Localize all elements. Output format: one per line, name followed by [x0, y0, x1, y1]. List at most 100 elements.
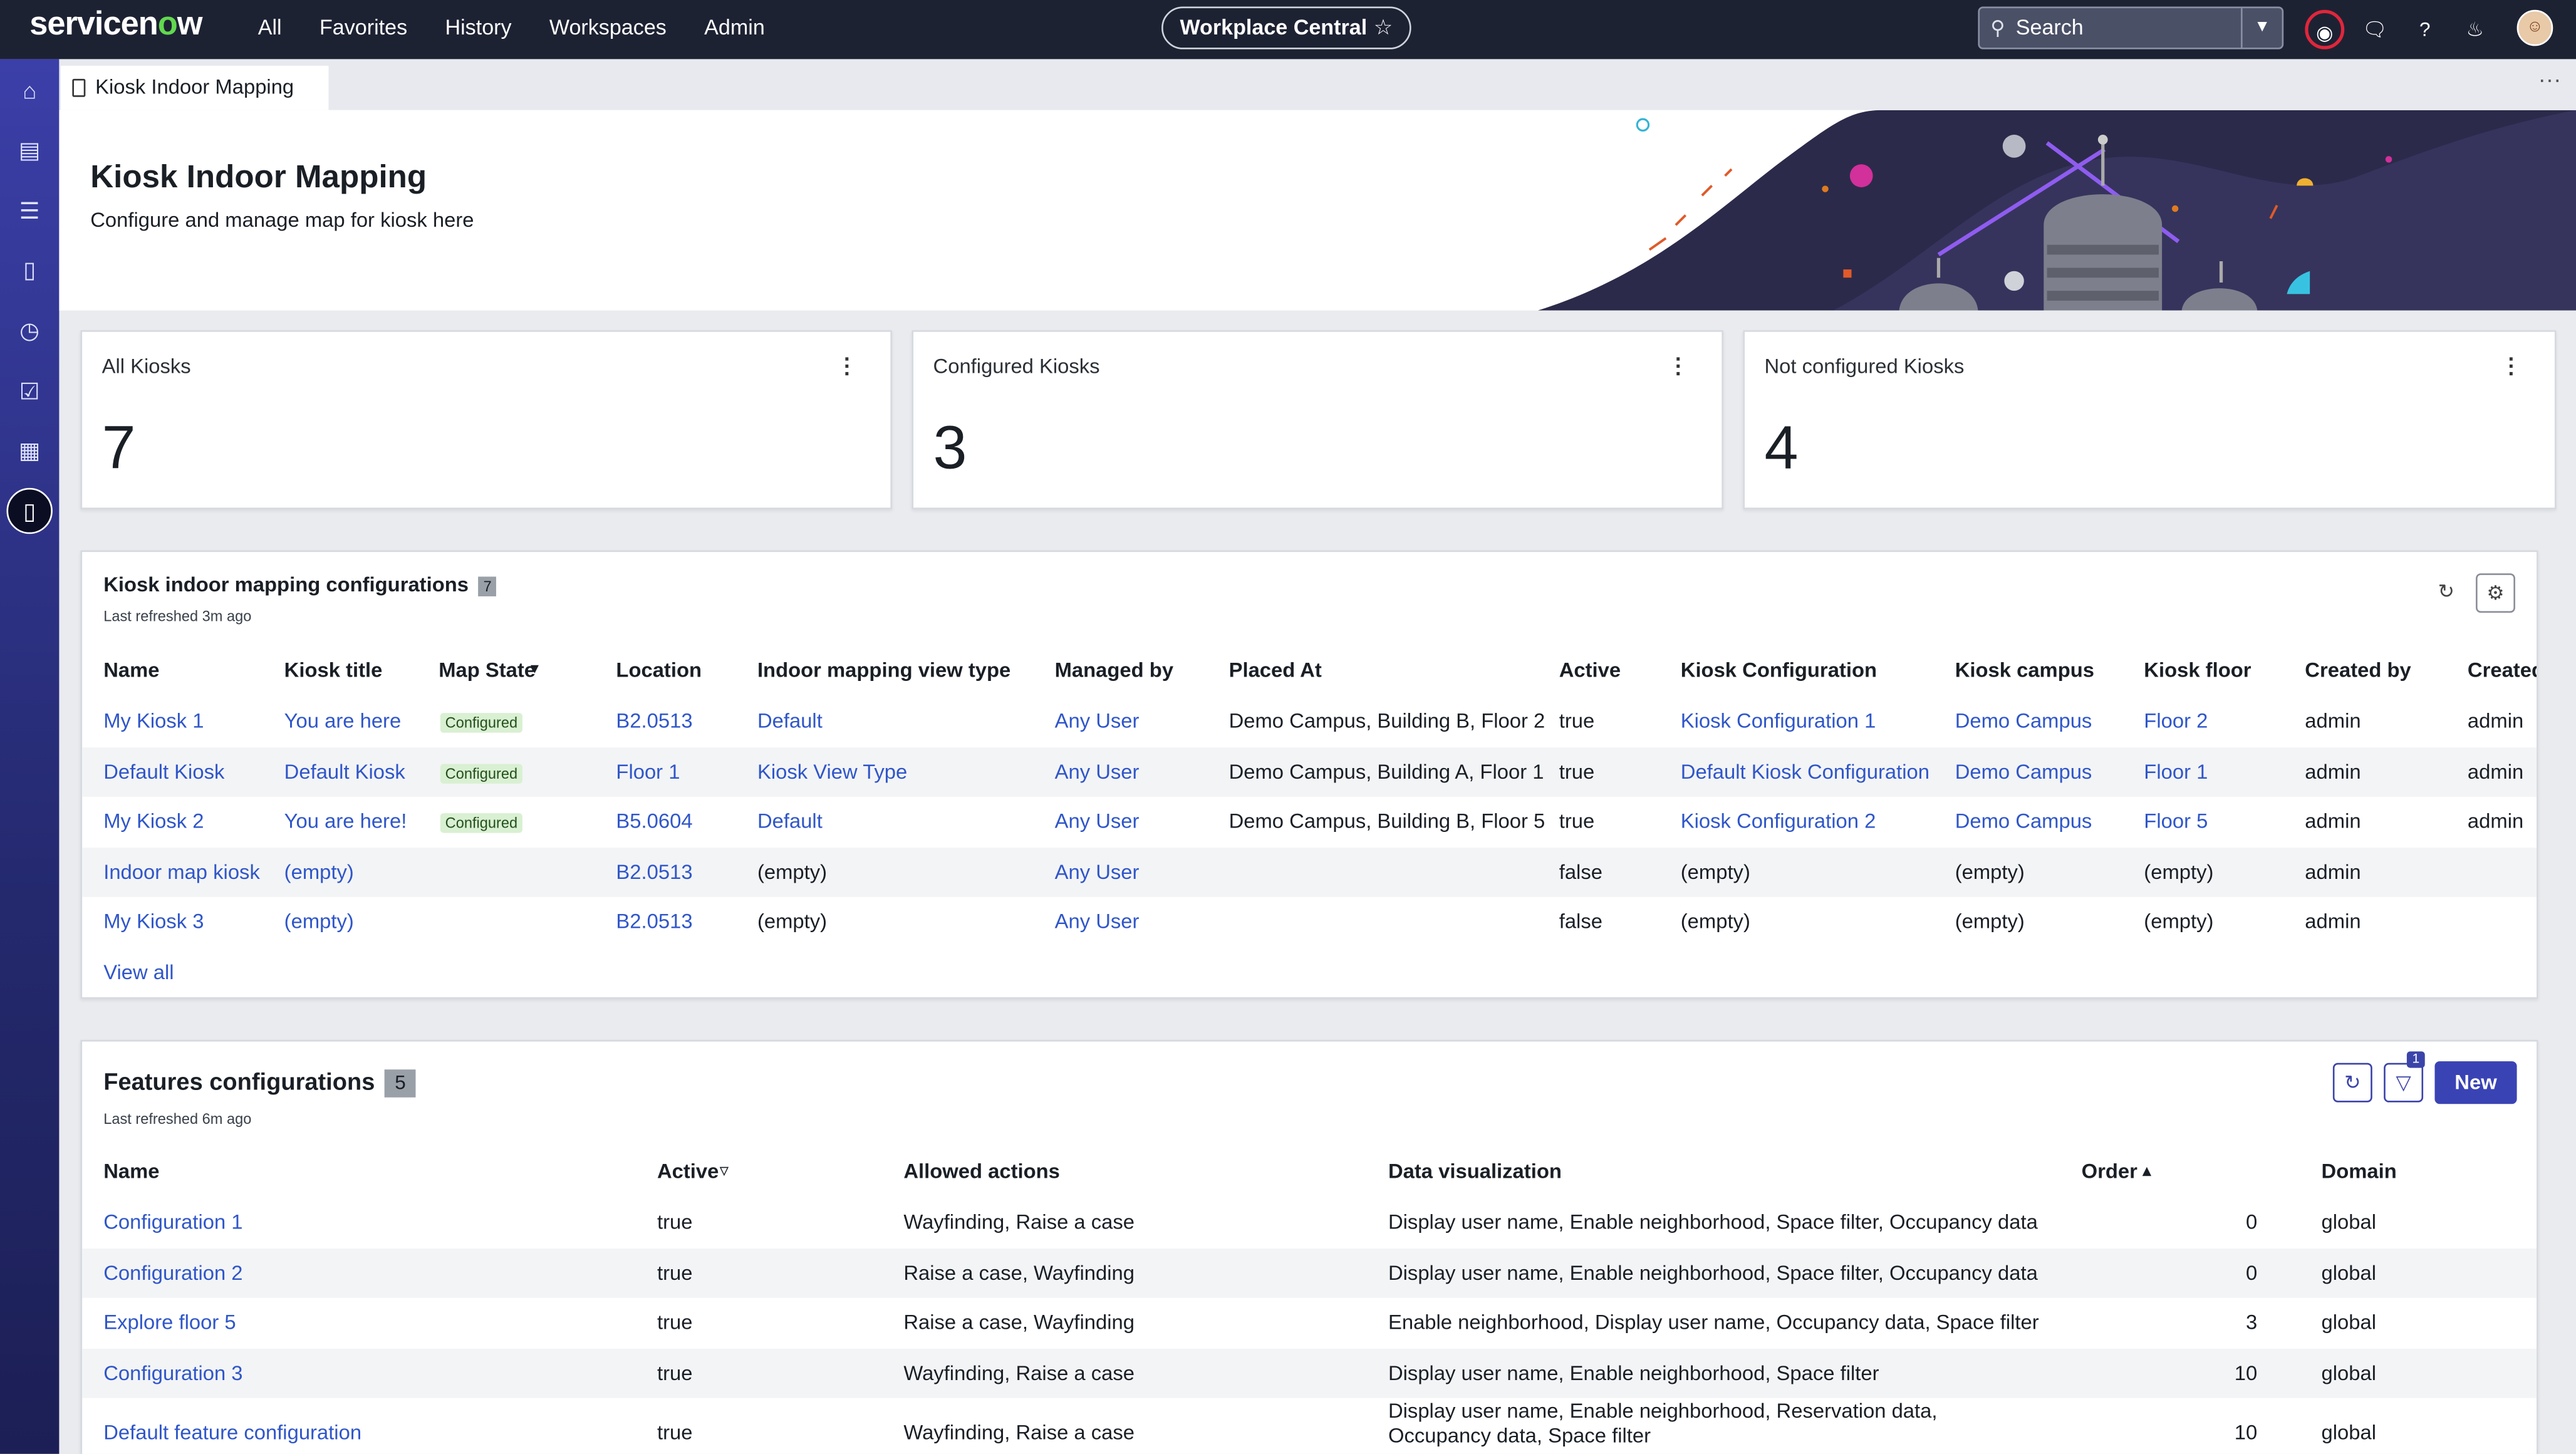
check-window-icon[interactable]: ☑ [13, 375, 46, 407]
cell-location[interactable]: B2.0513 [616, 710, 692, 733]
cell-campus[interactable]: Demo Campus [1955, 760, 2092, 783]
home-icon[interactable]: ⌂ [13, 74, 46, 106]
calendar-clock-icon[interactable]: ◷ [13, 314, 46, 346]
column-header[interactable]: Kiosk campus [1955, 659, 2094, 682]
sort-desc-icon[interactable]: ▾ [531, 660, 539, 678]
column-header[interactable]: Placed At [1229, 659, 1322, 682]
cell-name[interactable]: My Kiosk 2 [103, 810, 204, 833]
cell-title[interactable]: Default Kiosk [284, 760, 405, 783]
cell-config[interactable]: Kiosk Configuration 1 [1681, 710, 1876, 733]
cell-view-type[interactable]: Default [757, 710, 823, 733]
more-vertical-icon[interactable]: ⋮ [836, 353, 858, 380]
cell-name[interactable]: Explore floor 5 [103, 1311, 236, 1334]
column-header[interactable]: Indoor mapping view type [757, 659, 1010, 682]
all-kiosks-card[interactable]: All Kiosks ⋮ 7 [80, 330, 892, 509]
cell-title[interactable]: (empty) [284, 860, 354, 883]
globe-icon[interactable]: ◉ [2305, 9, 2345, 49]
cell-location[interactable]: B2.0513 [616, 910, 692, 933]
avatar[interactable]: ☺ [2516, 9, 2553, 46]
not-configured-kiosks-card[interactable]: Not configured Kiosks ⋮ 4 [1743, 330, 2557, 509]
bell-icon[interactable]: ♨ [2455, 10, 2495, 49]
column-header[interactable]: Kiosk title [284, 659, 383, 682]
column-header[interactable]: Domain [2322, 1160, 2397, 1183]
column-header[interactable]: Active [1559, 659, 1621, 682]
global-search[interactable]: ⚲ Search ▼ [1978, 6, 2284, 49]
star-icon[interactable]: ☆ [1374, 15, 1393, 39]
cell-view-type[interactable]: Kiosk View Type [757, 760, 907, 783]
cell-campus[interactable]: Demo Campus [1955, 710, 2092, 733]
cell-name[interactable]: Configuration 3 [103, 1361, 242, 1384]
cell-name[interactable]: Indoor map kiosk [103, 860, 260, 883]
help-icon[interactable]: ? [2405, 10, 2444, 49]
nav-favorites[interactable]: Favorites [319, 0, 407, 59]
cell-title[interactable]: You are here [284, 710, 402, 733]
search-input[interactable]: Search [2016, 8, 2241, 48]
column-header[interactable]: Name [103, 659, 159, 682]
more-vertical-icon[interactable]: ⋮ [2500, 353, 2521, 380]
calendar-icon[interactable]: ▦ [13, 434, 46, 466]
filter-icon[interactable]: ▽ [2384, 1062, 2424, 1103]
workspace-pill[interactable]: Workplace Central ☆ [1161, 6, 1411, 49]
cell-name[interactable]: Default Kiosk [103, 760, 224, 783]
cell-location[interactable]: Floor 1 [616, 760, 680, 783]
column-header[interactable]: Allowed actions [903, 1160, 1060, 1183]
chat-icon[interactable]: 🗨 [2355, 10, 2394, 49]
cell-config[interactable]: Default Kiosk Configuration [1681, 760, 1929, 783]
column-header[interactable]: Managed by [1055, 659, 1173, 682]
cell-view-type[interactable]: Default [757, 810, 823, 833]
cell-title[interactable]: You are here! [284, 810, 407, 833]
column-header[interactable]: Order [2082, 1160, 2137, 1183]
cell-title[interactable]: (empty) [284, 910, 354, 933]
column-header[interactable]: Data visualization [1388, 1160, 1562, 1183]
nav-all[interactable]: All [258, 0, 282, 59]
cell-floor[interactable]: Floor 2 [2144, 710, 2208, 733]
cell-name[interactable]: Configuration 1 [103, 1211, 242, 1234]
cell-managed-by[interactable]: Any User [1055, 910, 1140, 933]
cell-managed-by[interactable]: Any User [1055, 760, 1140, 783]
cell-managed-by[interactable]: Any User [1055, 860, 1140, 883]
cell-domain: global [2321, 1311, 2377, 1334]
nav-history[interactable]: History [445, 0, 511, 59]
cell-managed-by[interactable]: Any User [1055, 810, 1140, 833]
cell-name[interactable]: Default feature configuration [103, 1421, 361, 1444]
cell-name[interactable]: My Kiosk 3 [103, 910, 204, 933]
refresh-icon[interactable]: ↻ [2332, 1062, 2372, 1103]
column-header[interactable]: Kiosk floor [2144, 659, 2251, 682]
nav-admin[interactable]: Admin [704, 0, 765, 59]
dashboard-icon[interactable]: ▤ [13, 133, 46, 165]
column-header[interactable]: Created [2468, 659, 2537, 682]
configured-kiosks-card[interactable]: Configured Kiosks ⋮ 3 [911, 330, 1723, 509]
more-vertical-icon[interactable]: ⋮ [1668, 353, 1689, 380]
column-header[interactable]: Location [616, 659, 702, 682]
column-header[interactable]: Name [103, 1160, 159, 1183]
column-header[interactable]: Map State [439, 659, 536, 682]
search-scope-dropdown[interactable]: ▼ [2241, 8, 2282, 48]
column-filter-icon[interactable]: ▿ [720, 1160, 729, 1181]
cell-active: true [657, 1260, 693, 1284]
cell-name[interactable]: My Kiosk 1 [103, 710, 204, 733]
cell-floor[interactable]: Floor 1 [2144, 760, 2208, 783]
cell-location[interactable]: B2.0513 [616, 860, 692, 883]
cell-location[interactable]: B5.0604 [616, 810, 692, 833]
list-icon[interactable]: ☰ [13, 194, 46, 226]
cell-campus[interactable]: Demo Campus [1955, 810, 2092, 833]
cell-managed-by[interactable]: Any User [1055, 710, 1140, 733]
kiosk-tablet-icon[interactable]: ▯ [6, 487, 53, 534]
sort-asc-icon[interactable]: ▴ [2142, 1160, 2152, 1181]
column-header[interactable]: Kiosk Configuration [1681, 659, 1877, 682]
view-all-link[interactable]: View all [103, 960, 174, 984]
more-icon[interactable]: ··· [2538, 66, 2562, 92]
column-header[interactable]: Active [657, 1160, 719, 1183]
settings-gear-icon[interactable]: ⚙ [2476, 573, 2515, 613]
cell-name[interactable]: Configuration 2 [103, 1261, 242, 1284]
refresh-icon[interactable]: ↻ [2426, 573, 2466, 613]
cell-floor[interactable]: Floor 5 [2144, 810, 2208, 833]
cell-config[interactable]: Kiosk Configuration 2 [1681, 810, 1876, 833]
cell-active: true [657, 1311, 693, 1334]
column-header[interactable]: Created by [2305, 659, 2411, 682]
clipboard-icon[interactable]: ▯ [13, 253, 46, 286]
nav-workspaces[interactable]: Workspaces [549, 0, 667, 59]
new-button[interactable]: New [2434, 1061, 2517, 1104]
servicenow-logo[interactable]: servicenow [29, 6, 202, 44]
tab-kiosk-indoor-mapping[interactable]: Kiosk Indoor Mapping [61, 65, 329, 110]
